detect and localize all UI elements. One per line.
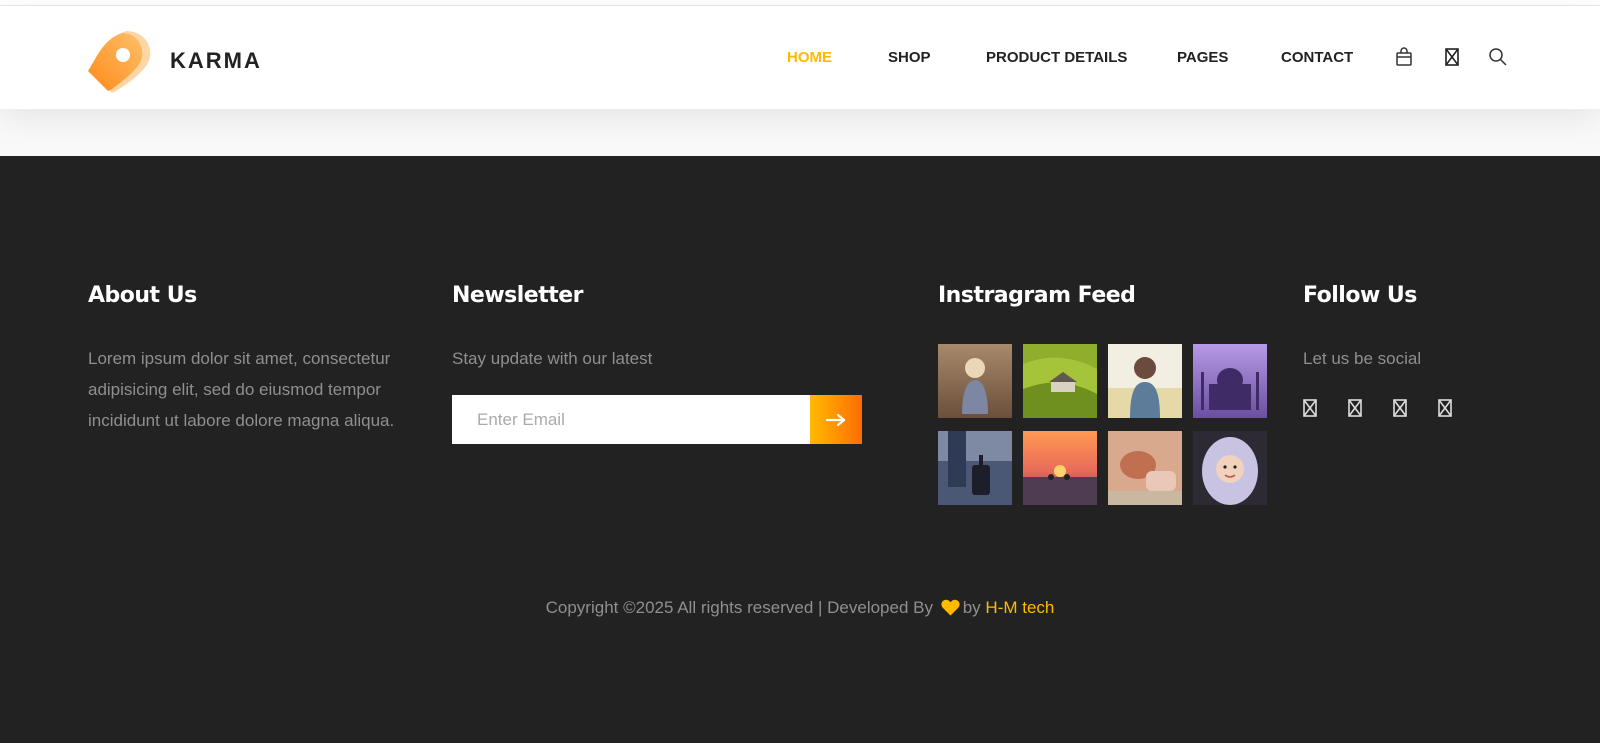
- social-icon-1[interactable]: [1303, 399, 1317, 417]
- instagram-photo-girl-backpack[interactable]: [1108, 344, 1182, 418]
- follow-title: Follow Us: [1303, 283, 1417, 308]
- instagram-photo-traveler-suitcase[interactable]: [938, 431, 1012, 505]
- copyright-text: Copyright ©2025 All rights reserved | De…: [545, 598, 933, 617]
- copyright-by: by: [962, 598, 981, 617]
- instagram-photo-green-hills[interactable]: [1023, 344, 1097, 418]
- shopping-bag-icon[interactable]: [1394, 47, 1414, 67]
- social-links: [1303, 399, 1483, 417]
- newsletter-submit-button[interactable]: [810, 395, 862, 444]
- instagram-photo-child-winter-hood[interactable]: [1193, 431, 1267, 505]
- email-input[interactable]: [452, 395, 810, 444]
- nav-pages[interactable]: PAGES: [1177, 49, 1228, 66]
- main-nav: HOME SHOP PRODUCT DETAILS PAGES CONTACT: [0, 6, 1600, 109]
- nav-shop[interactable]: SHOP: [888, 49, 931, 66]
- arrow-right-icon: [825, 413, 846, 426]
- newsletter-text: Stay update with our latest: [452, 349, 653, 368]
- instagram-photo-sitting-couple[interactable]: [1108, 431, 1182, 505]
- instagram-photo-taj-mahal[interactable]: [1193, 344, 1267, 418]
- about-title: About Us: [88, 283, 197, 308]
- copyright: Copyright ©2025 All rights reserved | De…: [0, 598, 1600, 621]
- nav-home[interactable]: HOME: [787, 49, 832, 66]
- follow-text: Let us be social: [1303, 349, 1422, 368]
- search-icon[interactable]: [1488, 47, 1508, 67]
- social-icon-3[interactable]: [1393, 399, 1407, 417]
- missing-glyph-icon[interactable]: [1442, 47, 1462, 67]
- nav-contact[interactable]: CONTACT: [1281, 49, 1353, 66]
- social-icon-2[interactable]: [1348, 399, 1362, 417]
- instagram-photo-child-in-field[interactable]: [938, 344, 1012, 418]
- heart-icon: [941, 599, 960, 621]
- social-icon-4[interactable]: [1438, 399, 1452, 417]
- site-footer: About Us Lorem ipsum dolor sit amet, con…: [0, 156, 1600, 743]
- newsletter-form: [452, 395, 862, 444]
- instagram-title: Instragram Feed: [938, 283, 1136, 308]
- developer-link[interactable]: H-M tech: [985, 598, 1054, 617]
- site-header: KARMA HOME SHOP PRODUCT DETAILS PAGES CO…: [0, 6, 1600, 109]
- header-shadow-band: [0, 109, 1600, 156]
- nav-product-details[interactable]: PRODUCT DETAILS: [986, 49, 1127, 66]
- instagram-grid: [938, 344, 1268, 505]
- instagram-photo-sunset-sea[interactable]: [1023, 431, 1097, 505]
- newsletter-title: Newsletter: [452, 283, 584, 308]
- about-text: Lorem ipsum dolor sit amet, consectetur …: [88, 349, 395, 430]
